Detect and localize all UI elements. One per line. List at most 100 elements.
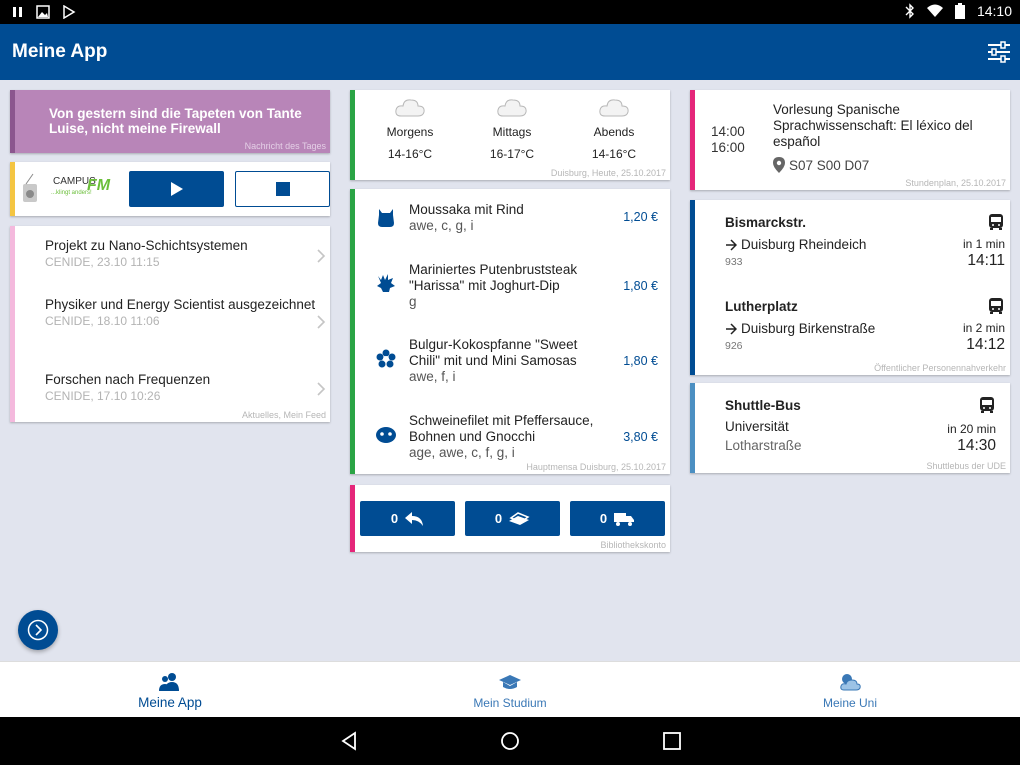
meal-price: 1,80 € (623, 354, 658, 368)
departure-in: in 1 min (962, 237, 1005, 251)
pause-icon (13, 7, 22, 17)
arrow-right-icon (726, 322, 737, 335)
meal-price: 3,80 € (623, 430, 658, 444)
weather-morning: Morgens 14-16°C (365, 96, 455, 161)
lecture-footer: Stundenplan, 25.10.2017 (905, 178, 1006, 188)
shuttle-from: Universität (725, 419, 789, 434)
meal-name: Bulgur-Kokospfanne "Sweet Chili" mit und… (409, 337, 578, 368)
transit-card: Bismarckstr. Duisburg Rheindeich 933 in … (690, 200, 1010, 375)
cloud-icon (497, 99, 527, 117)
quote-text: Von gestern sind die Tapeten von Tante L… (49, 106, 302, 136)
tab-label: Meine Uni (822, 696, 878, 710)
lecture-start: 14:00 (711, 124, 745, 139)
departure-in: in 2 min (962, 321, 1005, 335)
battery-icon (954, 3, 965, 19)
recents-icon[interactable] (662, 731, 682, 751)
weather-label: Abends (593, 125, 635, 139)
radio-card: CAMPUS FM ...klingt anders! (10, 162, 330, 216)
lecture-end: 16:00 (711, 140, 745, 155)
news-footer: Aktuelles, Mein Feed (241, 410, 326, 420)
wifi-icon (926, 4, 943, 17)
app-title: Meine App (12, 41, 108, 62)
stop-direction: Duisburg Rheindeich (725, 237, 866, 252)
app-bar: Meine App (0, 24, 1020, 80)
settings-sliders-icon[interactable] (986, 39, 1012, 65)
transit-stop[interactable]: Lutherplatz Duisburg Birkenstraße 926 in… (725, 298, 1005, 353)
stop-icon (276, 182, 290, 196)
weather-cloud-icon (840, 674, 861, 691)
shuttle-in: in 20 min (947, 422, 996, 436)
stop-name: Bismarckstr. (725, 215, 807, 230)
weather-temp: 16-17°C (489, 147, 535, 161)
tab-label: Mein Studium (473, 696, 547, 710)
lecture-room: S07 S00 D07 (773, 157, 869, 173)
transit-stop[interactable]: Bismarckstr. Duisburg Rheindeich 933 in … (725, 214, 1005, 269)
loans-delivery-button[interactable]: 0 (570, 501, 665, 536)
shuttle-card[interactable]: Shuttle-Bus Universität Lotharstraße in … (690, 383, 1010, 473)
meal-tags: g (409, 294, 417, 309)
tab-mein-studium[interactable]: Mein Studium (340, 662, 680, 718)
departure-time: 14:12 (966, 336, 1005, 353)
bottom-navigation: Meine App Mein Studium Meine Uni (0, 661, 1020, 717)
bus-icon (989, 298, 1003, 314)
expand-fab-button[interactable] (18, 610, 58, 650)
line-number: 926 (725, 340, 743, 352)
quote-footer: Nachricht des Tages (244, 141, 326, 151)
play-icon (171, 182, 183, 196)
loans-count: 0 (390, 511, 399, 526)
weather-card: Morgens 14-16°C Mittags 16-17°C Abends 1… (350, 90, 670, 180)
chevron-right-icon (317, 249, 326, 263)
shuttle-to: Lotharstraße (725, 438, 802, 453)
news-meta: CENIDE, 18.10 11:06 (45, 314, 160, 328)
meal-tags: age, awe, c, f, g, i (409, 445, 515, 460)
chevron-right-icon (317, 382, 326, 396)
weather-noon: Mittags 16-17°C (467, 96, 557, 161)
loans-books-button[interactable]: 0 (465, 501, 560, 536)
meal-price: 1,20 € (623, 210, 658, 224)
weather-label: Mittags (492, 125, 532, 139)
lecture-times: 14:00 16:00 (711, 124, 745, 156)
shuttle-time: 14:30 (957, 437, 996, 454)
system-nav-bar (0, 717, 1020, 765)
room-text: S07 S00 D07 (789, 157, 870, 173)
meal-name: Schweinefilet mit Pfeffersauce, Bohnen u… (409, 413, 594, 444)
line-number: 933 (725, 256, 743, 268)
truck-icon (614, 512, 635, 526)
loans-return-button[interactable]: 0 (360, 501, 455, 536)
stop-button[interactable] (235, 171, 330, 207)
quote-card: Von gestern sind die Tapeten von Tante L… (10, 90, 330, 153)
arrow-right-icon (726, 238, 737, 251)
cow-icon (378, 209, 394, 227)
news-title: Physiker und Energy Scientist ausgezeich… (45, 297, 316, 312)
pig-icon (376, 427, 396, 443)
shuttle-footer: Shuttlebus der UDE (926, 461, 1006, 471)
meal-name: Moussaka mit Rind (409, 202, 524, 217)
home-icon[interactable] (500, 731, 520, 751)
news-item[interactable]: Forschen nach Frequenzen CENIDE, 17.10 1… (45, 372, 325, 403)
lecture-card[interactable]: 14:00 16:00 Vorlesung Spanische Sprachwi… (690, 90, 1010, 190)
delivery-count: 0 (599, 511, 608, 526)
news-title: Forschen nach Frequenzen (45, 372, 211, 387)
direction-text: Duisburg Birkenstraße (741, 321, 876, 336)
tab-label: Meine App (138, 695, 202, 710)
news-item[interactable]: Physiker und Energy Scientist ausgezeich… (45, 297, 325, 328)
play-button[interactable] (129, 171, 224, 207)
chevron-right-icon (317, 315, 326, 329)
campus-fm-logo: CAMPUS FM ...klingt anders! (23, 173, 111, 202)
news-item[interactable]: Projekt zu Nano-Schichtsystemen CENIDE, … (45, 238, 325, 269)
meal-price: 1,80 € (623, 279, 658, 293)
logo-tag: ...klingt anders! (51, 190, 92, 196)
meal-tags: awe, c, g, i (409, 218, 474, 233)
tab-meine-uni[interactable]: Meine Uni (680, 662, 1020, 718)
status-bar: 14:10 (0, 0, 1020, 24)
tab-meine-app[interactable]: Meine App (0, 662, 340, 718)
clock: 14:10 (976, 3, 1012, 19)
news-title: Projekt zu Nano-Schichtsystemen (45, 238, 248, 253)
weather-footer: Duisburg, Heute, 25.10.2017 (550, 168, 666, 178)
turkey-icon (377, 274, 395, 292)
weather-evening: Abends 14-16°C (569, 96, 659, 161)
back-icon[interactable] (340, 731, 360, 751)
weather-temp: 14-16°C (387, 147, 433, 161)
library-card: 0 0 0 Bibliothekskonto (350, 485, 670, 552)
weather-temp: 14-16°C (591, 147, 637, 161)
